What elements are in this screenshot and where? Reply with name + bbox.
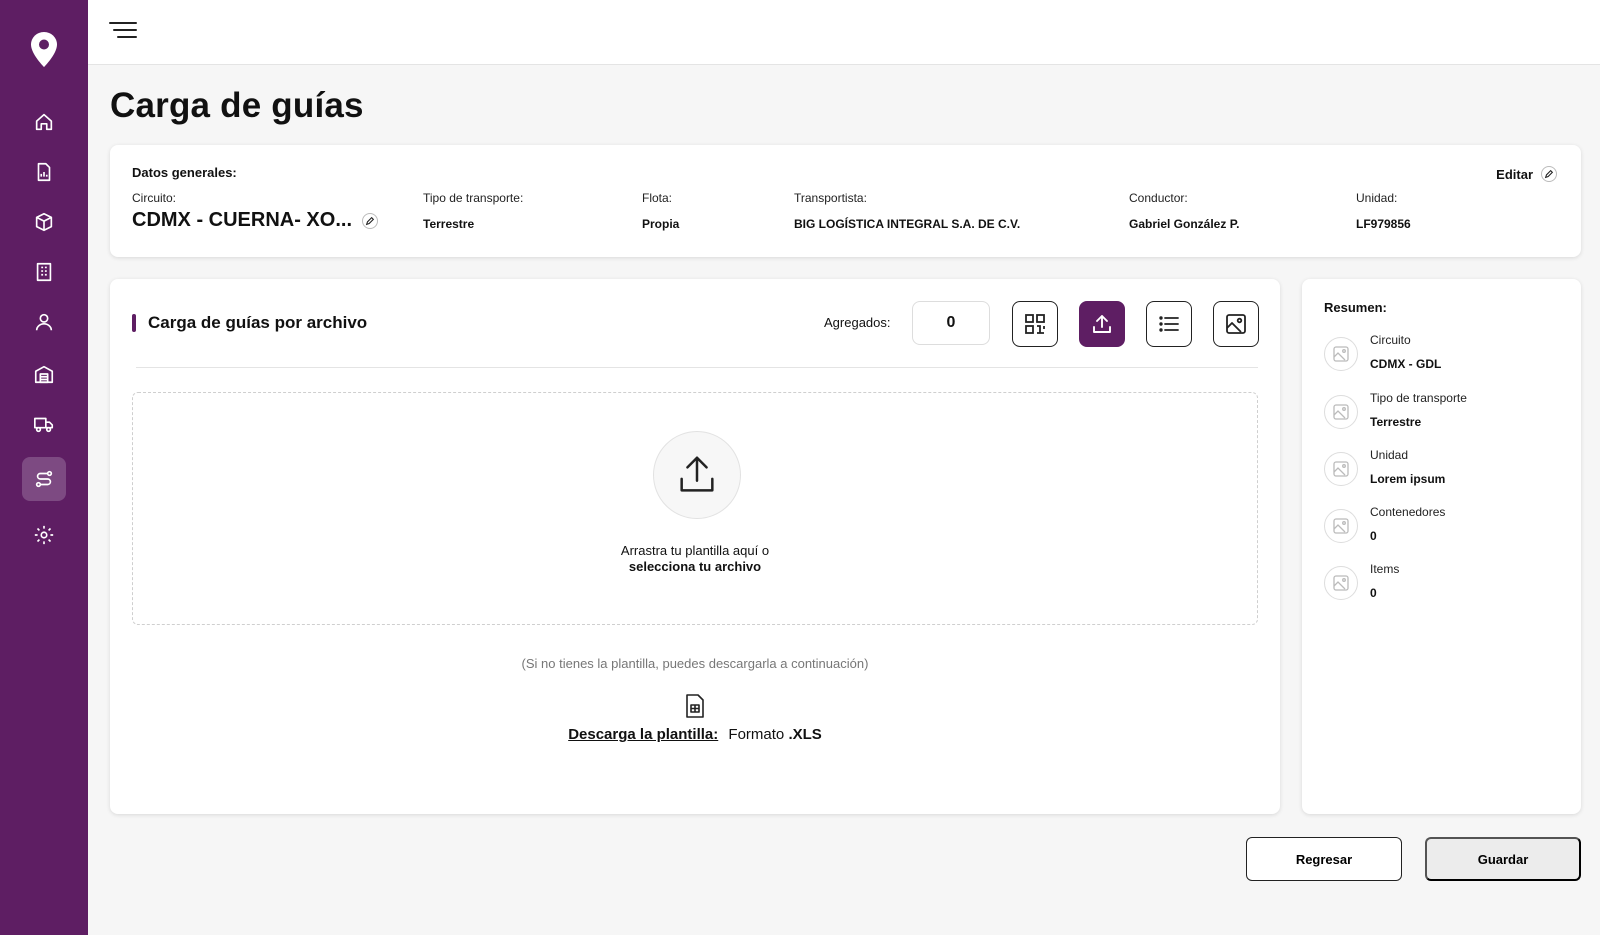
menu-icon[interactable] [108, 18, 138, 44]
field-value: Propia [642, 217, 680, 231]
summary-label: Contenedores [1370, 505, 1446, 519]
summary-text: Contenedores 0 [1370, 505, 1445, 543]
summary-item-items: Items 0 [1324, 562, 1399, 600]
field-value: LF979856 [1356, 217, 1411, 231]
pencil-icon [1541, 166, 1557, 182]
building-icon[interactable] [22, 250, 66, 294]
summary-text: Tipo de transporte Terrestre [1370, 391, 1467, 429]
field-unidad: Unidad: LF979856 [1356, 191, 1411, 231]
field-label: Flota: [642, 191, 673, 205]
summary-item-unidad: Unidad Lorem ipsum [1324, 448, 1445, 486]
summary-label: Items [1370, 562, 1400, 576]
summary-item-contenedores: Contenedores 0 [1324, 505, 1445, 543]
image-icon [1226, 314, 1246, 334]
summary-label: Unidad [1370, 448, 1409, 462]
location-pin-icon[interactable] [28, 30, 60, 70]
field-transportista: Transportista: BIG LOGÍSTICA INTEGRAL S.… [794, 191, 1020, 231]
image-placeholder-icon [1324, 452, 1358, 486]
summary-card: Resumen: Circuito CDMX - GDL Tipo de tra… [1302, 279, 1581, 814]
circuito-value: CDMX - CUERNA- XO... [132, 209, 352, 231]
list-button[interactable] [1146, 301, 1192, 347]
summary-item-circuito: Circuito CDMX - GDL [1324, 333, 1441, 371]
truck-icon[interactable] [22, 402, 66, 446]
list-icon [1159, 316, 1179, 332]
download-template-link[interactable]: Descarga la plantilla: [568, 726, 718, 743]
title-accent-bar [132, 314, 136, 332]
box-icon[interactable] [22, 200, 66, 244]
home-icon[interactable] [22, 100, 66, 144]
summary-text: Circuito CDMX - GDL [1370, 333, 1441, 371]
field-label: Unidad: [1356, 191, 1398, 205]
format-extension: .XLS [788, 726, 822, 743]
summary-value: Terrestre [1370, 415, 1422, 429]
edit-label: Editar [1496, 166, 1533, 182]
upload-card: Carga de guías por archivo Agregados: 0 … [110, 279, 1280, 814]
field-label: Transportista: [794, 191, 867, 205]
qr-code-icon [1025, 314, 1045, 334]
field-tipo-transporte: Tipo de transporte: Terrestre [423, 191, 523, 231]
field-label: Circuito: [132, 191, 177, 205]
user-icon[interactable] [22, 300, 66, 344]
summary-value: 0 [1370, 529, 1377, 543]
sidebar [0, 0, 88, 935]
summary-text: Unidad Lorem ipsum [1370, 448, 1445, 486]
back-button[interactable]: Regresar [1246, 837, 1402, 881]
general-data-card: Datos generales: Editar Circuito: CDMX -… [110, 145, 1581, 257]
summary-value: Lorem ipsum [1370, 472, 1446, 486]
image-button[interactable] [1213, 301, 1259, 347]
page-title: Carga de guías [110, 86, 364, 125]
agregados-label: Agregados: [824, 315, 891, 330]
warehouse-icon[interactable] [22, 352, 66, 396]
image-placeholder-icon [1324, 566, 1358, 600]
image-placeholder-icon [1324, 509, 1358, 543]
agregados-count: 0 [912, 301, 990, 345]
summary-title: Resumen: [1324, 300, 1387, 315]
field-label: Conductor: [1129, 191, 1188, 205]
field-flota: Flota: Propia [642, 191, 679, 231]
edit-button[interactable]: Editar [1496, 166, 1557, 182]
upload-button[interactable] [1079, 301, 1125, 347]
summary-item-tipo-transporte: Tipo de transporte Terrestre [1324, 391, 1467, 429]
document-icon[interactable] [22, 150, 66, 194]
field-value: CDMX - CUERNA- XO... [132, 209, 378, 232]
route-icon[interactable] [22, 457, 66, 501]
format-prefix: Formato [728, 726, 785, 743]
field-value: Terrestre [423, 217, 475, 231]
image-placeholder-icon [1324, 395, 1358, 429]
summary-value: 0 [1370, 586, 1377, 600]
upload-title: Carga de guías por archivo [132, 313, 367, 333]
template-hint: (Si no tienes la plantilla, puedes desca… [521, 656, 869, 671]
upload-icon [680, 456, 714, 492]
top-bar [88, 0, 1600, 65]
general-data-title: Datos generales: [132, 165, 237, 180]
save-button[interactable]: Guardar [1425, 837, 1581, 881]
image-placeholder-icon [1324, 337, 1358, 371]
field-value: BIG LOGÍSTICA INTEGRAL S.A. DE C.V. [794, 217, 1021, 231]
upload-circle [653, 431, 741, 519]
download-row: Descarga la plantilla: Formato .XLS [110, 726, 1280, 743]
select-file-link[interactable]: selecciona tu archivo [133, 559, 1257, 574]
qr-code-button[interactable] [1012, 301, 1058, 347]
field-label: Tipo de transporte: [423, 191, 524, 205]
summary-value: CDMX - GDL [1370, 357, 1442, 371]
field-conductor: Conductor: Gabriel González P. [1129, 191, 1239, 231]
pencil-icon[interactable] [362, 212, 378, 229]
spreadsheet-file-icon [684, 693, 706, 719]
dropzone-text: Arrastra tu plantilla aquí o [620, 543, 770, 558]
summary-label: Circuito [1370, 333, 1411, 347]
upload-icon [1093, 315, 1111, 333]
summary-text: Items 0 [1370, 562, 1399, 600]
upload-title-text: Carga de guías por archivo [148, 313, 368, 332]
summary-label: Tipo de transporte [1370, 391, 1467, 405]
field-circuito: Circuito: CDMX - CUERNA- XO... [132, 191, 378, 232]
divider [136, 367, 1258, 368]
file-dropzone[interactable]: Arrastra tu plantilla aquí o selecciona … [132, 392, 1258, 625]
gear-icon[interactable] [22, 513, 66, 557]
field-value: Gabriel González P. [1129, 217, 1240, 231]
